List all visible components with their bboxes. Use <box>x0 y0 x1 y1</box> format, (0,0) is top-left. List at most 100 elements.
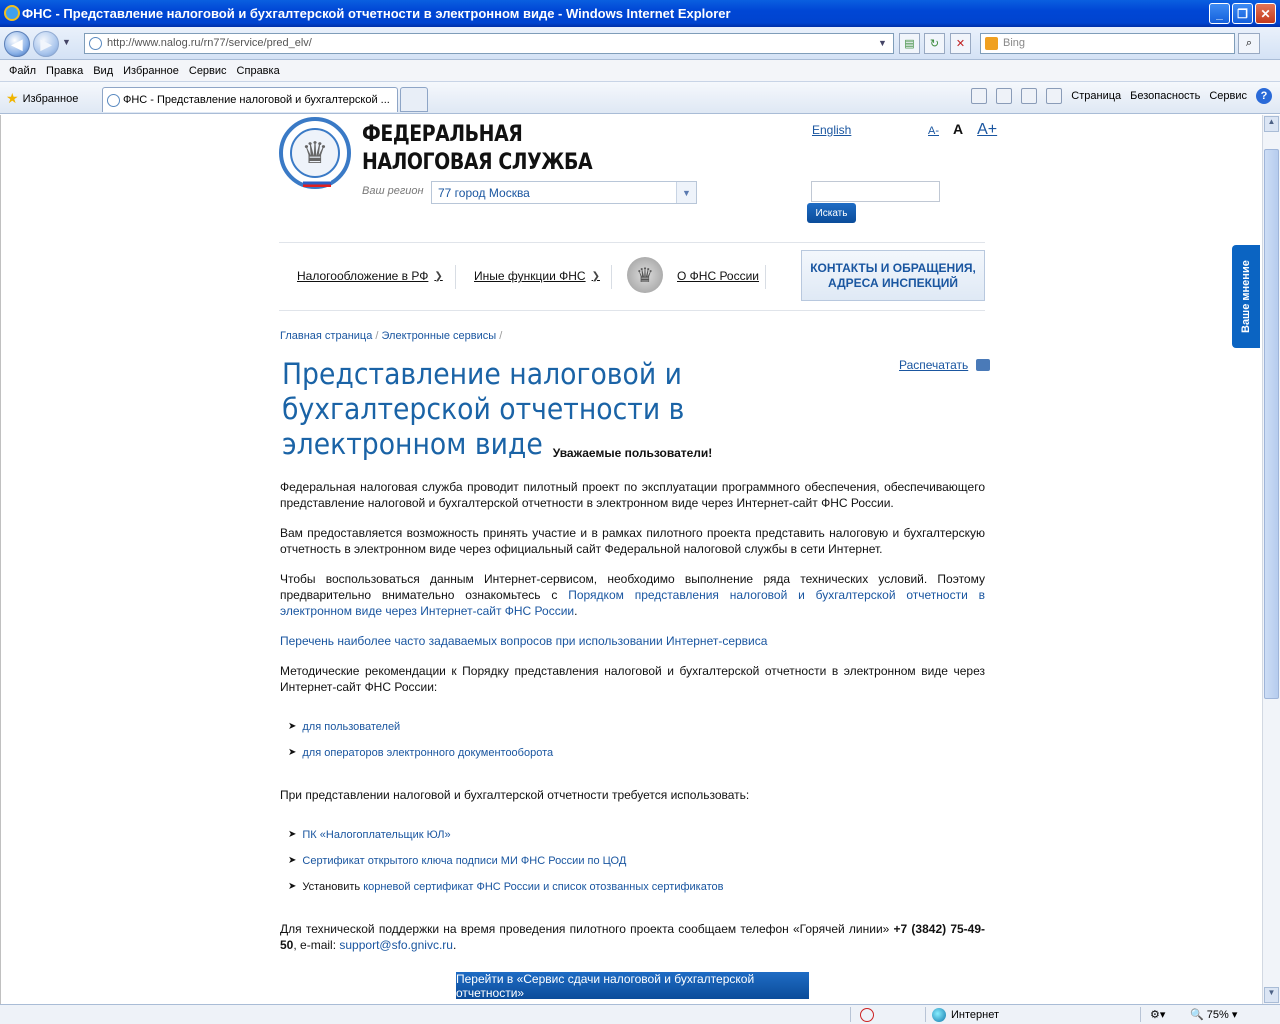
root-certificate-link[interactable]: корневой сертификат ФНС России и список … <box>363 881 723 893</box>
breadcrumb-home[interactable]: Главная страница <box>280 330 372 342</box>
font-medium-link[interactable]: A <box>953 121 963 137</box>
minimize-button[interactable]: _ <box>1209 3 1230 24</box>
paragraph-participation: Вам предоставляется возможность принять … <box>280 526 985 556</box>
support-email-link[interactable]: support@sfo.gnivc.ru <box>339 938 453 952</box>
menu-file[interactable]: Файл <box>4 65 41 77</box>
go-to-service-button[interactable]: Перейти в «Сервис сдачи налоговой и бухг… <box>456 972 809 1000</box>
chevron-down-icon[interactable]: ▼ <box>676 182 696 203</box>
site-search-input[interactable] <box>811 181 940 202</box>
org-name-line1: ФЕДЕРАЛЬНАЯ <box>362 122 523 147</box>
users-guide-link[interactable]: для пользователей <box>302 719 400 735</box>
nav-other-label: Иные функции ФНС <box>474 269 586 283</box>
browser-tab[interactable]: ФНС - Представление налоговой и бухгалте… <box>102 87 398 112</box>
list-item: ➤ ПК «Налогоплательщик ЮЛ» <box>288 827 985 843</box>
refresh-icon[interactable]: ↻ <box>924 33 945 54</box>
new-tab-button[interactable] <box>400 87 428 112</box>
region-label: Ваш регион <box>362 185 424 197</box>
scroll-down-icon[interactable]: ▼ <box>1264 987 1279 1003</box>
org-name-line2: НАЛОГОВАЯ СЛУЖБА <box>362 150 593 175</box>
print-link[interactable]: Распечатать <box>899 358 991 372</box>
popup-blocked-icon[interactable] <box>860 1008 874 1022</box>
menu-tools[interactable]: Сервис <box>184 65 232 77</box>
coat-of-arms-icon: ♛ <box>627 257 663 293</box>
address-dropdown-icon[interactable]: ▼ <box>878 38 887 48</box>
menu-view[interactable]: Вид <box>88 65 118 77</box>
address-input[interactable]: http://www.nalog.ru/rn77/service/pred_el… <box>84 33 894 54</box>
status-separator <box>850 1007 851 1022</box>
menu-help[interactable]: Справка <box>232 65 285 77</box>
font-large-link[interactable]: A+ <box>977 121 997 139</box>
operators-guide-link[interactable]: для операторов электронного документообо… <box>302 745 553 761</box>
font-small-link[interactable]: A- <box>928 125 939 137</box>
support-text: Для технической поддержки на время прове… <box>280 922 894 936</box>
globe-icon <box>932 1008 946 1022</box>
arrow-right-icon: ➤ <box>288 829 297 840</box>
region-select[interactable]: 77 город Москва ▼ <box>431 181 697 204</box>
menu-favorites[interactable]: Избранное <box>118 65 184 77</box>
nav-other-functions[interactable]: Иные функции ФНС ❯ <box>474 269 600 283</box>
forward-button[interactable]: ▶ <box>33 31 59 57</box>
window-titlebar: ФНС - Представление налоговой и бухгалте… <box>0 0 1280 27</box>
mail-icon[interactable] <box>1021 88 1038 104</box>
nav-separator <box>765 265 766 289</box>
printer-icon <box>976 359 991 371</box>
help-icon[interactable]: ? <box>1256 88 1272 104</box>
breadcrumb-services[interactable]: Электронные сервисы <box>382 330 497 342</box>
contacts-line1: КОНТАКТЫ И ОБРАЩЕНИЯ, <box>810 261 976 275</box>
search-button-icon[interactable]: ⌕ <box>1238 33 1260 54</box>
tools-menu[interactable]: Сервис <box>1209 90 1247 102</box>
print-label: Распечатать <box>899 358 969 372</box>
back-button[interactable]: ◀ <box>4 31 30 57</box>
nav-taxation[interactable]: Налогообложение в РФ ❯ <box>297 269 443 283</box>
nav-separator <box>455 265 456 289</box>
security-menu[interactable]: Безопасность <box>1130 90 1200 102</box>
site-search-button[interactable]: Искать <box>807 203 856 223</box>
vertical-scrollbar[interactable]: ▲ ▼ <box>1262 115 1280 1004</box>
bing-icon <box>985 37 998 50</box>
page-content: Уважаемые пользователи! Федеральная нало… <box>280 445 985 967</box>
support-mid: , e-mail: <box>293 938 340 952</box>
search-input[interactable]: Bing <box>980 33 1235 54</box>
history-dropdown-icon[interactable]: ▼ <box>62 37 71 47</box>
arrow-right-icon: ➤ <box>288 881 297 892</box>
zone-label: Интернет <box>951 1009 999 1021</box>
close-window-button[interactable]: ✕ <box>1255 3 1276 24</box>
certificate-link[interactable]: Сертификат открытого ключа подписи МИ ФН… <box>302 853 626 869</box>
faq-link[interactable]: Перечень наиболее часто задаваемых вопро… <box>280 634 767 648</box>
english-link[interactable]: English <box>812 123 851 137</box>
feeds-icon[interactable] <box>996 88 1013 104</box>
menu-edit[interactable]: Правка <box>41 65 88 77</box>
nav-about[interactable]: О ФНС России <box>677 269 759 283</box>
zoom-control[interactable]: 🔍 75% ▾ <box>1190 1008 1237 1021</box>
scroll-thumb[interactable] <box>1264 149 1279 699</box>
feedback-tab[interactable]: Ваше мнение <box>1232 245 1260 348</box>
maximize-button[interactable]: ❐ <box>1232 3 1253 24</box>
scroll-up-icon[interactable]: ▲ <box>1264 116 1279 132</box>
fns-logo[interactable]: ♛ <box>279 117 351 189</box>
nav-taxation-label: Налогообложение в РФ <box>297 269 429 283</box>
paragraph-support: Для технической поддержки на время прове… <box>280 922 986 952</box>
compatibility-icon[interactable]: ▤ <box>899 33 920 54</box>
chevron-down-icon: ❯ <box>434 270 443 282</box>
page-menu[interactable]: Страница <box>1071 90 1121 102</box>
font-size-controls: A- A A+ <box>928 121 997 139</box>
window-title: ФНС - Представление налоговой и бухгалте… <box>22 6 731 21</box>
favorites-button[interactable]: ★ Избранное <box>6 90 78 107</box>
security-zone[interactable]: Интернет <box>932 1008 999 1022</box>
nav-separator <box>611 265 612 289</box>
home-icon[interactable] <box>971 88 988 104</box>
divider <box>279 242 985 243</box>
eagle-emblem-icon: ♛ <box>290 128 340 178</box>
nav-about-label: О ФНС России <box>677 269 760 283</box>
print-icon[interactable] <box>1046 88 1063 104</box>
taxpayer-software-link[interactable]: ПК «Налогоплательщик ЮЛ» <box>302 827 450 843</box>
zoom-icon: 🔍 <box>1190 1009 1204 1021</box>
list-item: ➤ для операторов электронного документооб… <box>288 745 985 761</box>
arrow-right-icon: ➤ <box>288 747 297 758</box>
contacts-button[interactable]: КОНТАКТЫ И ОБРАЩЕНИЯ, АДРЕСА ИНСПЕКЦИЙ <box>801 250 985 301</box>
protected-mode-icon[interactable]: ⚙▾ <box>1150 1008 1165 1021</box>
paragraph-pilot: Федеральная налоговая служба проводит пи… <box>280 480 985 510</box>
tab-title: ФНС - Представление налоговой и бухгалте… <box>123 94 390 106</box>
methodical-links-list: ➤ для пользователей ➤ для операторов элект… <box>288 719 985 761</box>
stop-icon[interactable]: ✕ <box>950 33 971 54</box>
